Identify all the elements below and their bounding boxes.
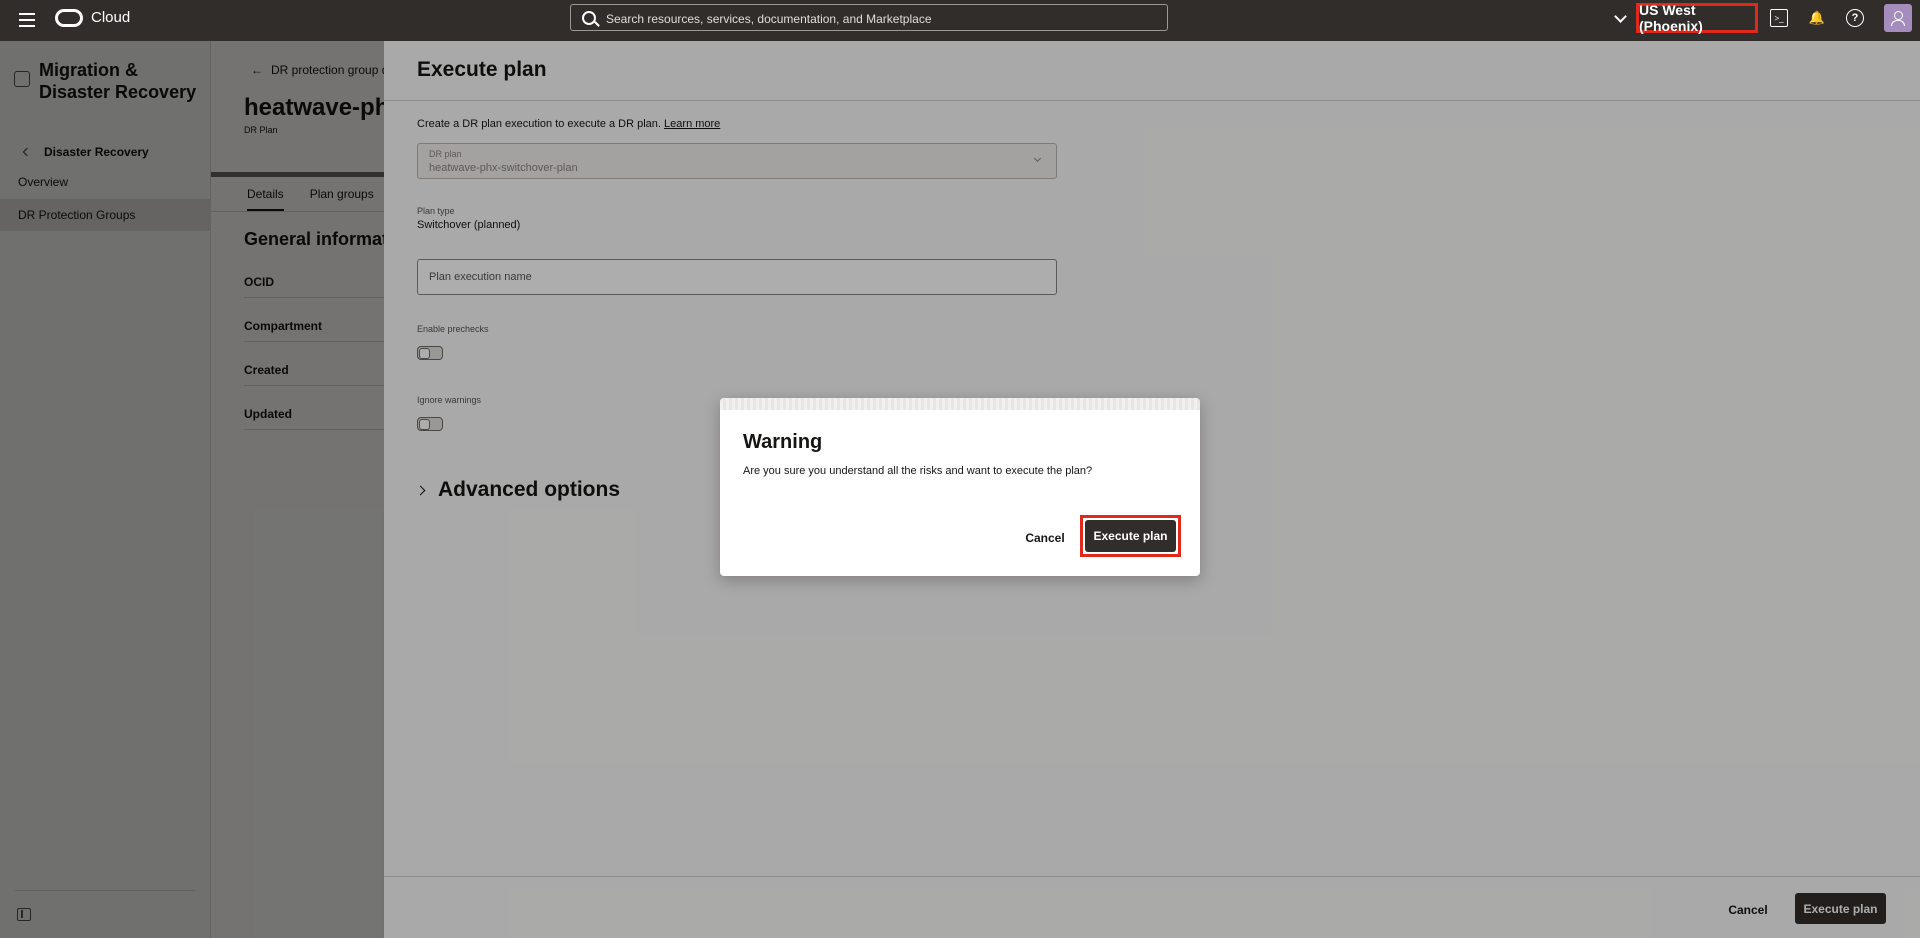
search-icon (582, 11, 596, 25)
warning-dialog: Warning Are you sure you understand all … (720, 398, 1200, 576)
oracle-logo[interactable] (55, 9, 83, 27)
region-selector[interactable]: US West (Phoenix) (1636, 2, 1758, 34)
help-icon[interactable]: ? (1846, 9, 1864, 27)
user-icon[interactable] (1884, 4, 1912, 32)
search-bar[interactable] (570, 4, 1168, 31)
search-input[interactable] (606, 10, 1146, 27)
menu-icon[interactable] (16, 10, 38, 30)
dialog-execute-plan-button[interactable]: Execute plan (1085, 520, 1176, 552)
dialog-message: Are you sure you understand all the risk… (743, 465, 1093, 477)
bell-icon[interactable]: 🔔 (1808, 9, 1826, 27)
dialog-cancel-button[interactable]: Cancel (1020, 526, 1070, 550)
brand-label[interactable]: Cloud (91, 9, 130, 26)
chevron-down-icon[interactable] (1614, 10, 1627, 23)
cloud-shell-icon[interactable]: >_ (1770, 9, 1788, 27)
top-bar: Cloud US West (Phoenix) >_ 🔔 ? (0, 0, 1920, 41)
dialog-title: Warning (743, 431, 823, 453)
dialog-header-strip (720, 398, 1200, 410)
